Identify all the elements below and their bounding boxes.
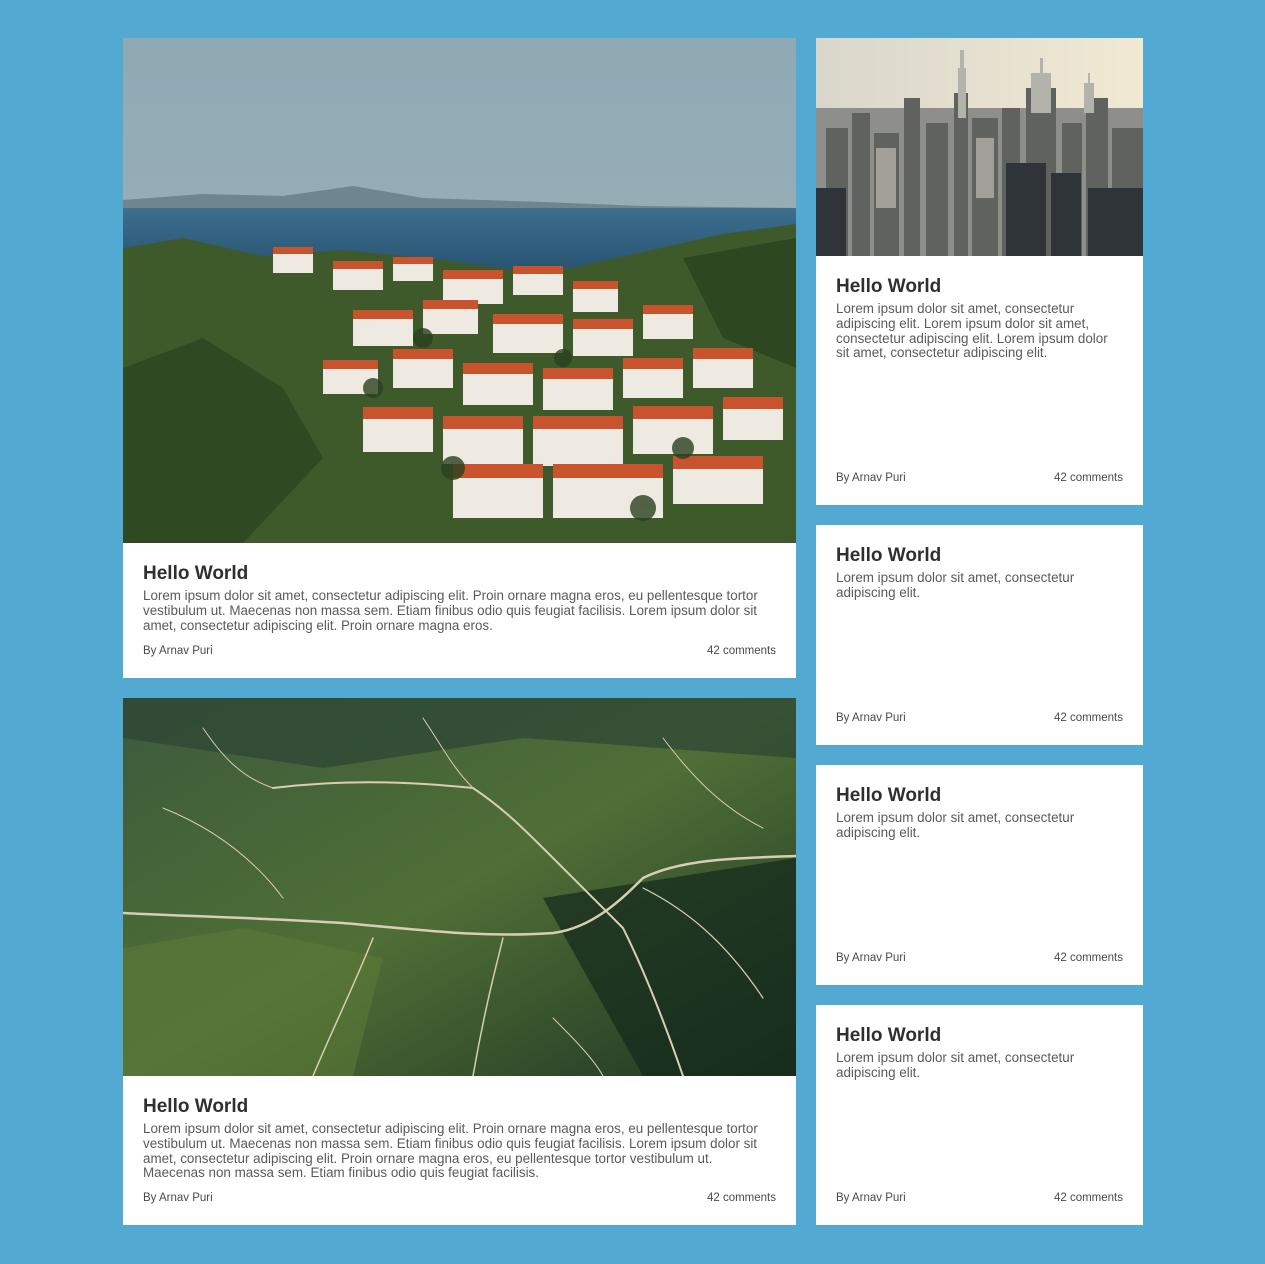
post-comments[interactable]: 42 comments	[1054, 1191, 1123, 1205]
post-comments[interactable]: 42 comments	[707, 644, 776, 658]
post-comments[interactable]: 42 comments	[707, 1191, 776, 1205]
post-comments[interactable]: 42 comments	[1054, 471, 1123, 485]
post-excerpt: Lorem ipsum dolor sit amet, consectetur …	[836, 570, 1075, 600]
post-title[interactable]: Hello World	[836, 545, 1123, 567]
post-title[interactable]: Hello World	[143, 1096, 776, 1118]
post-excerpt: Lorem ipsum dolor sit amet, consectetur …	[836, 810, 1075, 840]
post-card[interactable]: Hello World Lorem ipsum dolor sit amet, …	[816, 1005, 1143, 1225]
post-author[interactable]: By Arnav Puri	[836, 471, 906, 485]
post-card[interactable]: Hello World Lorem ipsum dolor sit amet, …	[123, 38, 796, 678]
post-title[interactable]: Hello World	[836, 785, 1123, 807]
post-excerpt: Lorem ipsum dolor sit amet, consectetur …	[143, 1121, 758, 1181]
post-author[interactable]: By Arnav Puri	[836, 951, 906, 965]
post-meta: By Arnav Puri 42 comments	[836, 1191, 1123, 1205]
post-meta: By Arnav Puri 42 comments	[143, 644, 776, 658]
post-title[interactable]: Hello World	[143, 563, 776, 585]
post-meta: By Arnav Puri 42 comments	[836, 951, 1123, 965]
post-meta: By Arnav Puri 42 comments	[836, 471, 1123, 485]
post-author[interactable]: By Arnav Puri	[143, 644, 213, 658]
post-meta: By Arnav Puri 42 comments	[836, 711, 1123, 725]
post-author[interactable]: By Arnav Puri	[143, 1191, 213, 1205]
post-author[interactable]: By Arnav Puri	[836, 1191, 906, 1205]
aerial-landscape-photo[interactable]	[123, 698, 796, 1076]
post-author[interactable]: By Arnav Puri	[836, 711, 906, 725]
post-excerpt: Lorem ipsum dolor sit amet, consectetur …	[836, 1050, 1075, 1080]
post-excerpt: Lorem ipsum dolor sit amet, consectetur …	[143, 588, 758, 633]
post-title[interactable]: Hello World	[836, 1025, 1123, 1047]
post-card[interactable]: Hello World Lorem ipsum dolor sit amet, …	[123, 698, 796, 1225]
post-card[interactable]: Hello World Lorem ipsum dolor sit amet, …	[816, 525, 1143, 745]
post-comments[interactable]: 42 comments	[1054, 711, 1123, 725]
post-comments[interactable]: 42 comments	[1054, 951, 1123, 965]
post-card[interactable]: Hello World Lorem ipsum dolor sit amet, …	[816, 38, 1143, 505]
coastal-town-photo[interactable]	[123, 38, 796, 543]
post-title[interactable]: Hello World	[836, 276, 1123, 298]
post-excerpt: Lorem ipsum dolor sit amet, consectetur …	[836, 301, 1108, 361]
post-card[interactable]: Hello World Lorem ipsum dolor sit amet, …	[816, 765, 1143, 985]
post-meta: By Arnav Puri 42 comments	[143, 1191, 776, 1205]
city-skyline-photo[interactable]	[816, 38, 1143, 256]
